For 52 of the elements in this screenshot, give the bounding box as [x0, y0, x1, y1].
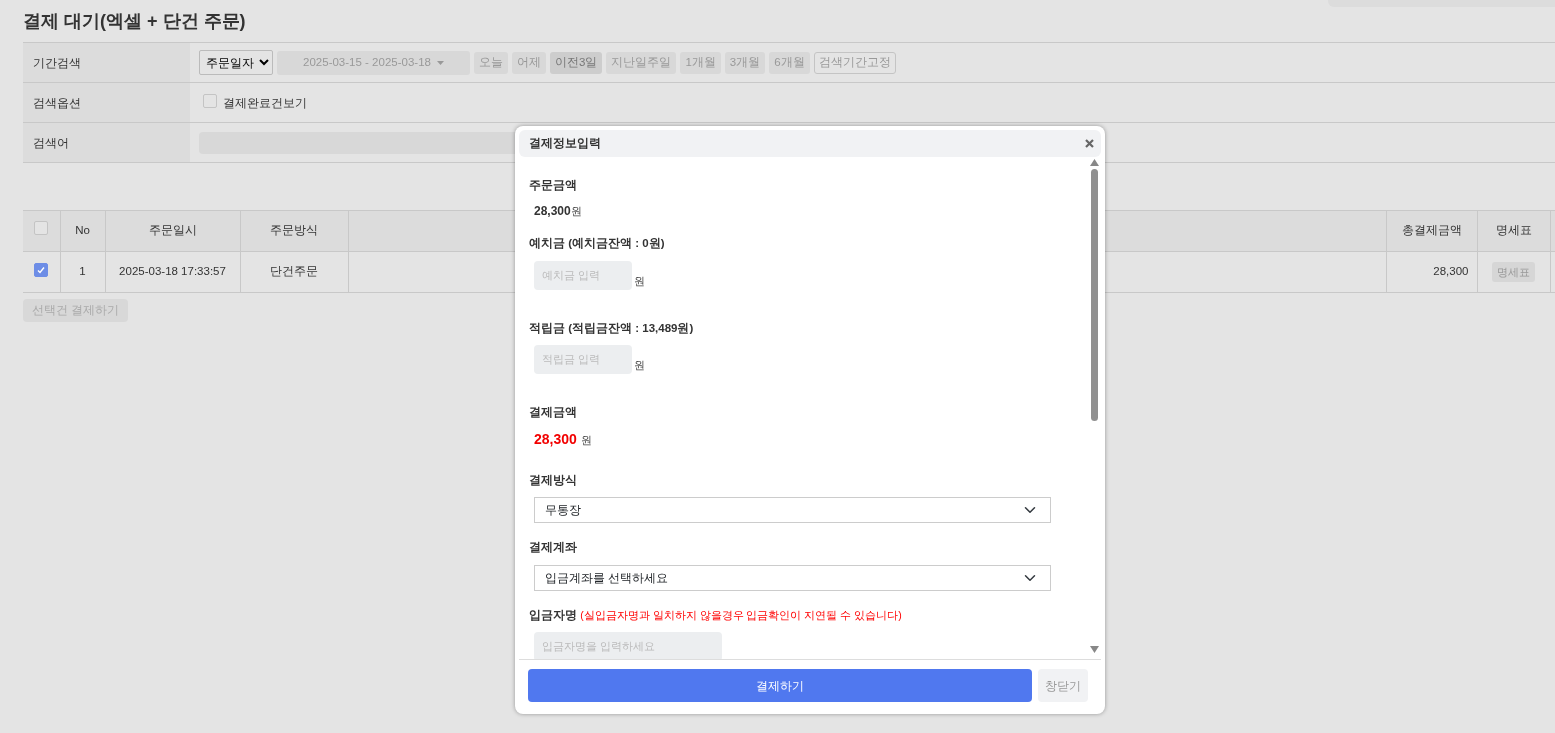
scroll-down-icon[interactable]	[1089, 646, 1099, 653]
check-icon	[36, 265, 47, 276]
filter-label: 검색옵션	[33, 94, 81, 112]
filter-label: 기간검색	[33, 54, 81, 72]
column-header: 총결제금액	[1386, 210, 1477, 252]
period-preset-button[interactable]: 1개월	[680, 51, 721, 74]
select-field[interactable]: 입금계좌를 선택하세요	[534, 564, 1051, 591]
period-preset-button[interactable]: 어제	[512, 51, 546, 74]
checkbox[interactable]	[34, 221, 49, 236]
table-cell: 1	[60, 251, 105, 293]
field-label: 입금자명	[529, 608, 577, 621]
column-header: No	[60, 210, 105, 252]
select-field[interactable]: 무통장	[534, 497, 1051, 524]
filter-label: 검색어	[33, 134, 69, 152]
unit-label: 원	[634, 274, 645, 289]
column-header: 명세표	[1477, 210, 1550, 252]
date-range-field[interactable]: 2025-03-15 - 2025-03-18	[277, 50, 470, 75]
column-header: 주문일시	[105, 210, 240, 252]
caret-icon	[436, 60, 444, 65]
date-type-select[interactable]: 주문일자	[199, 50, 273, 75]
period-preset-button[interactable]: 이전3일	[550, 51, 603, 74]
field-label: 예치금 (예치금잔액 : 0원)	[529, 236, 666, 252]
period-preset-button[interactable]: 3개월	[724, 51, 766, 74]
close-icon[interactable]	[1085, 139, 1094, 148]
field-label: 주문금액	[529, 178, 578, 193]
column-header: 주문방식	[240, 210, 348, 252]
close-button[interactable]: 창닫기	[1038, 669, 1088, 702]
field-label: 결제계좌	[529, 540, 578, 556]
unit-label: 원	[570, 204, 582, 220]
fix-period-button[interactable]: 검색기간고정	[813, 51, 896, 74]
amount-value: 28,300	[533, 430, 577, 449]
unit-label: 원	[580, 433, 592, 448]
field-label: 적립금 (적립금잔액 : 13,489원)	[529, 320, 695, 336]
period-preset-button[interactable]: 6개월	[769, 51, 810, 74]
checkbox[interactable]	[34, 263, 49, 278]
table-cell: 단건주문	[240, 251, 348, 293]
warning-note: (실입금자명과 일치하지 않을경우 입금확인이 지연될 수 있습니다)	[580, 608, 902, 621]
table-cell: 28,300	[1386, 251, 1477, 293]
field-label: 결제금액	[529, 404, 578, 420]
unit-label: 원	[634, 358, 645, 374]
amount-value: 28,300	[533, 203, 571, 221]
pay-button[interactable]: 결제하기	[528, 669, 1032, 702]
page-title: 결제 대기(엑셀 + 단건 주문)	[23, 10, 247, 33]
period-preset-button[interactable]: 오늘	[474, 51, 508, 74]
scroll-up-icon[interactable]	[1089, 159, 1099, 166]
period-preset-button[interactable]: 지난일주일	[606, 51, 677, 74]
field-label: 결제방식	[529, 473, 578, 488]
checkbox[interactable]	[203, 94, 217, 108]
table-cell: 2025-03-18 17:33:57	[105, 251, 240, 293]
checkbox-label: 결제완료건보기	[223, 95, 307, 112]
statement-button[interactable]: 명세표	[1492, 261, 1535, 283]
modal-title: 결제정보입력	[529, 135, 601, 151]
